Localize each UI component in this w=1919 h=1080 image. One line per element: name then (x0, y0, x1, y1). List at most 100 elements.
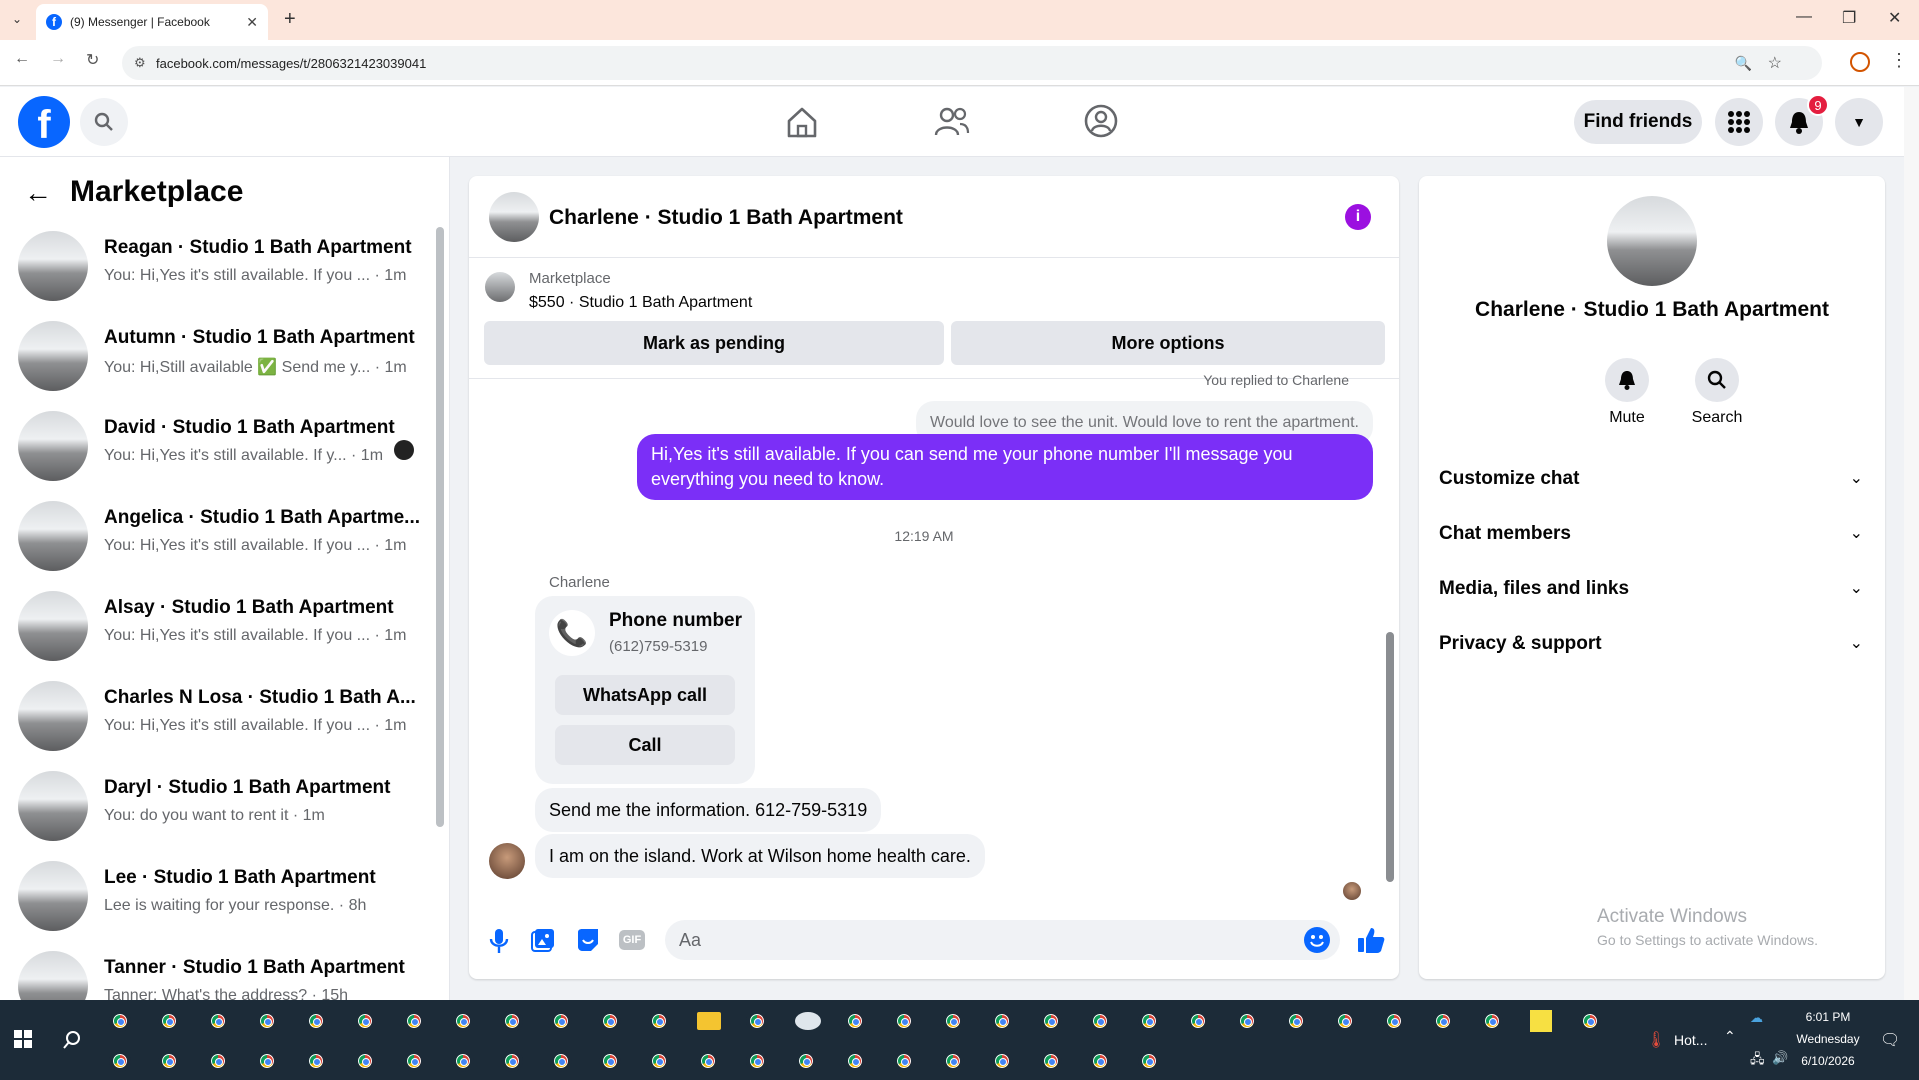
notifications-button[interactable]: 9 (1775, 94, 1829, 146)
chrome-taskbar-icon[interactable] (893, 1050, 915, 1072)
chrome-taskbar-icon[interactable] (697, 1050, 719, 1072)
menu-icon[interactable]: ⋮ (1890, 50, 1908, 71)
chat-title[interactable]: Charlene · Studio 1 Bath Apartment (549, 206, 903, 230)
facebook-logo-icon[interactable]: f (18, 96, 70, 148)
chrome-taskbar-icon[interactable] (648, 1010, 670, 1032)
message-input[interactable]: Aa (665, 920, 1340, 960)
search-button[interactable] (80, 98, 128, 146)
chrome-taskbar-icon[interactable] (354, 1050, 376, 1072)
chrome-taskbar-icon[interactable] (795, 1050, 817, 1072)
friends-icon[interactable] (934, 105, 970, 139)
conversation-item[interactable]: Angelica · Studio 1 Bath Apartme... You: … (18, 495, 438, 575)
close-window-icon[interactable]: ✕ (1888, 8, 1901, 28)
url-field[interactable]: ⚙ facebook.com/messages/t/28063214230390… (122, 46, 1822, 80)
new-tab-icon[interactable]: + (284, 8, 296, 31)
chrome-taskbar-icon[interactable] (109, 1050, 131, 1072)
chrome-taskbar-icon[interactable] (1138, 1050, 1160, 1072)
chrome-taskbar-icon[interactable] (550, 1050, 572, 1072)
menu-grid-button[interactable] (1715, 98, 1763, 146)
chrome-taskbar-icon[interactable] (648, 1050, 670, 1072)
clock-time[interactable]: 6:01 PM (1796, 1010, 1860, 1024)
chrome-taskbar-icon[interactable] (354, 1010, 376, 1032)
weather-icon[interactable]: 🌡 (1646, 1030, 1666, 1050)
chrome-taskbar-icon[interactable] (305, 1050, 327, 1072)
close-tab-icon[interactable]: ✕ (246, 14, 258, 31)
back-icon[interactable]: ← (14, 50, 30, 68)
chrome-taskbar-icon[interactable] (746, 1050, 768, 1072)
conversation-item[interactable]: David · Studio 1 Bath Apartment You: Hi,Y… (18, 405, 438, 485)
gif-icon[interactable]: GIF (619, 930, 645, 950)
mark-as-pending-button[interactable]: Mark as pending (484, 321, 944, 365)
chrome-taskbar-icon[interactable] (158, 1050, 180, 1072)
chrome-taskbar-icon[interactable] (1481, 1010, 1503, 1032)
chrome-taskbar-icon[interactable] (844, 1050, 866, 1072)
forward-icon[interactable]: → (50, 50, 66, 68)
chrome-taskbar-icon[interactable] (991, 1010, 1013, 1032)
app-taskbar-icon[interactable] (795, 1012, 821, 1030)
conversation-item[interactable]: Alsay · Studio 1 Bath Apartment You: Hi,Y… (18, 585, 438, 665)
find-friends-button[interactable]: Find friends (1574, 100, 1702, 144)
chrome-taskbar-icon[interactable] (1138, 1010, 1160, 1032)
mute-button[interactable] (1605, 358, 1649, 402)
home-icon[interactable] (785, 105, 819, 139)
chrome-taskbar-icon[interactable] (1285, 1010, 1307, 1032)
chrome-taskbar-icon[interactable] (942, 1010, 964, 1032)
call-button[interactable]: Call (555, 725, 735, 765)
clock-date[interactable]: 6/10/2026 (1790, 1054, 1866, 1068)
page-scrollbar[interactable] (1904, 87, 1919, 1000)
clock-day[interactable]: Wednesday (1790, 1032, 1866, 1046)
chrome-taskbar-icon[interactable] (746, 1010, 768, 1032)
chrome-taskbar-icon[interactable] (893, 1010, 915, 1032)
list-scrollbar[interactable] (436, 227, 444, 827)
sticker-icon[interactable] (576, 928, 600, 952)
conversation-item[interactable]: Lee · Studio 1 Bath Apartment Lee is wait… (18, 855, 438, 935)
bookmark-star-icon[interactable]: ☆ (1768, 53, 1782, 73)
conversation-item[interactable]: Autumn · Studio 1 Bath Apartment You: Hi,… (18, 315, 438, 395)
chrome-taskbar-icon[interactable] (403, 1050, 425, 1072)
more-options-button[interactable]: More options (951, 321, 1385, 365)
details-avatar[interactable] (1607, 196, 1697, 286)
chrome-taskbar-icon[interactable] (256, 1050, 278, 1072)
tab-list-icon[interactable]: ⌄ (12, 12, 22, 26)
chrome-taskbar-icon[interactable] (256, 1010, 278, 1032)
chat-scrollbar[interactable] (1386, 632, 1394, 882)
back-arrow-icon[interactable]: ← (24, 177, 52, 209)
profile-icon[interactable] (1850, 52, 1870, 72)
account-button[interactable]: ▼ (1835, 98, 1883, 146)
groups-icon[interactable] (1083, 103, 1119, 139)
minimize-icon[interactable]: — (1796, 8, 1812, 26)
conversation-item[interactable]: Daryl · Studio 1 Bath Apartment You: do y… (18, 765, 438, 845)
photo-icon[interactable] (531, 928, 555, 952)
chrome-taskbar-icon[interactable] (1432, 1010, 1454, 1032)
zoom-icon[interactable]: 🔍 (1735, 55, 1752, 72)
reload-icon[interactable]: ↻ (86, 50, 99, 70)
chrome-taskbar-icon[interactable] (942, 1050, 964, 1072)
info-icon[interactable]: i (1345, 204, 1371, 230)
conversation-item[interactable]: Tanner · Studio 1 Bath Apartment Tanner: … (18, 945, 438, 1000)
volume-icon[interactable]: 🔊 (1772, 1050, 1788, 1066)
chrome-taskbar-icon[interactable] (452, 1050, 474, 1072)
chrome-taskbar-icon[interactable] (207, 1050, 229, 1072)
sticky-notes-icon[interactable] (1530, 1010, 1552, 1032)
network-icon[interactable]: 🖧 (1750, 1050, 1765, 1072)
conversation-item[interactable]: Charles N Losa · Studio 1 Bath A... You: … (18, 675, 438, 755)
search-in-chat-button[interactable] (1695, 358, 1739, 402)
chrome-taskbar-icon[interactable] (1334, 1010, 1356, 1032)
microphone-icon[interactable] (489, 928, 509, 954)
chrome-taskbar-icon[interactable] (452, 1010, 474, 1032)
emoji-icon[interactable] (1304, 927, 1330, 953)
onedrive-icon[interactable]: ☁ (1750, 1010, 1763, 1026)
outgoing-message[interactable]: Hi,Yes it's still available. If you can … (637, 434, 1373, 500)
chrome-taskbar-icon[interactable] (109, 1010, 131, 1032)
chrome-taskbar-icon[interactable] (599, 1010, 621, 1032)
chrome-taskbar-icon[interactable] (991, 1050, 1013, 1072)
thumbs-up-icon[interactable] (1357, 926, 1385, 954)
weather-text[interactable]: Hot... (1674, 1032, 1707, 1048)
chrome-taskbar-icon[interactable] (599, 1050, 621, 1072)
windows-start-icon[interactable] (14, 1030, 32, 1048)
browser-tab[interactable]: f (9) Messenger | Facebook ✕ (36, 4, 268, 40)
chrome-taskbar-icon[interactable] (1187, 1010, 1209, 1032)
incoming-message[interactable]: Send me the information. 612-759-5319 (535, 788, 882, 832)
chrome-taskbar-icon[interactable] (1089, 1050, 1111, 1072)
chrome-taskbar-icon[interactable] (1383, 1010, 1405, 1032)
